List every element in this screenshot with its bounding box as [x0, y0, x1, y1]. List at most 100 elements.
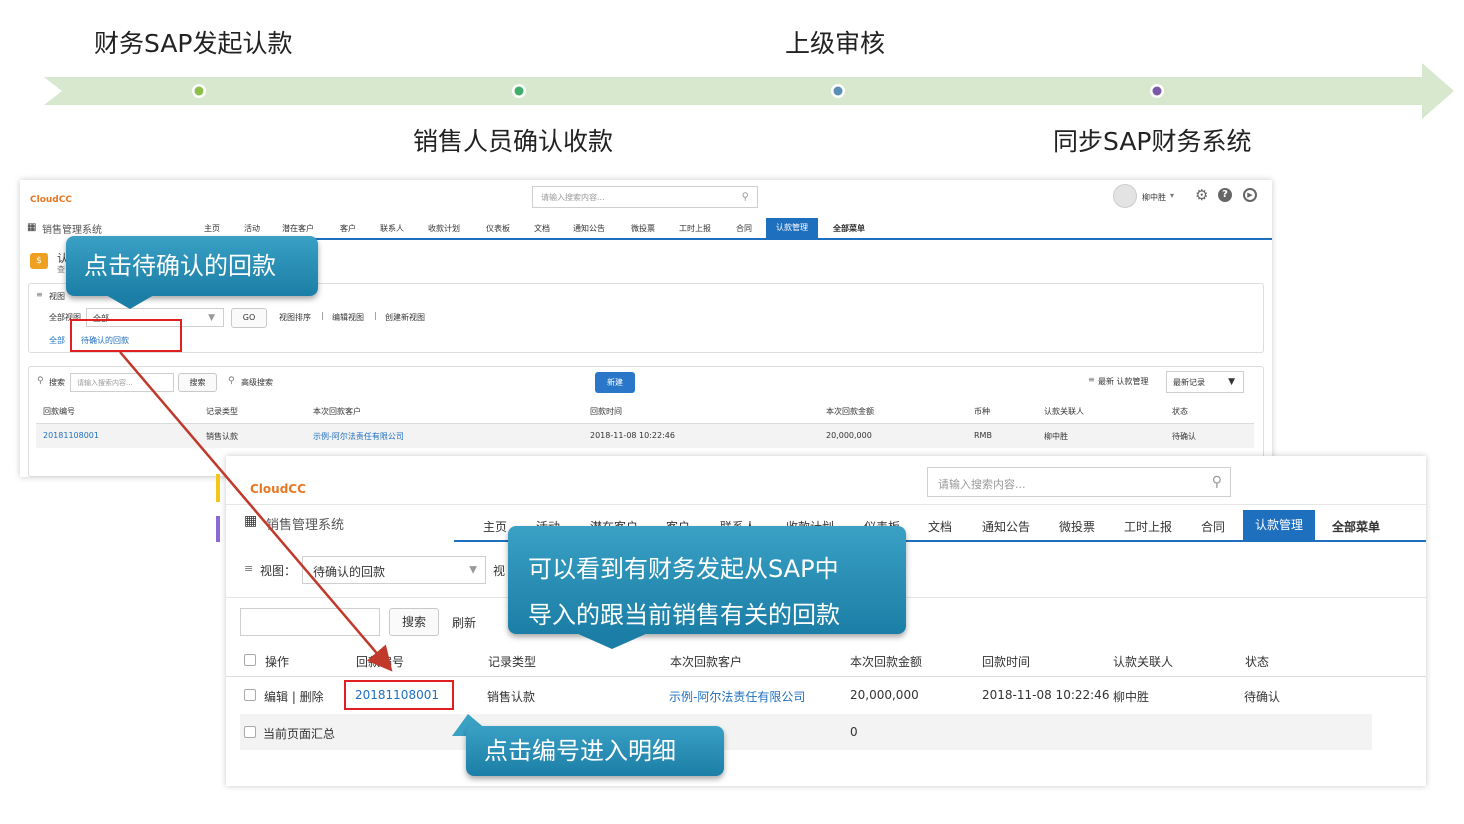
- table-header-cell: 本次回款客户: [313, 407, 361, 416]
- view-link-divider: |: [374, 311, 377, 320]
- menu-item-timesheet[interactable]: 工时上报: [1124, 518, 1172, 535]
- recent-label: 最新 认款管理: [1098, 377, 1149, 386]
- summary-amount: 0: [850, 725, 858, 739]
- time-cell: 2018-11-08 10:22:46: [982, 688, 1110, 702]
- module-icon: $: [30, 253, 48, 269]
- search-button[interactable]: 搜索: [389, 608, 439, 636]
- chevron-down-icon: ▼: [469, 564, 477, 576]
- user-name[interactable]: 柳中胜: [1142, 192, 1166, 203]
- menu-item-notices[interactable]: 通知公告: [573, 223, 605, 234]
- recent-list-icon: ≡: [1088, 375, 1095, 384]
- view-more-link[interactable]: 视: [493, 562, 505, 579]
- status-cell: 待确认: [1172, 432, 1196, 441]
- timeline-step-3-label: 上级审核: [785, 29, 886, 58]
- menu-item-home[interactable]: 主页: [204, 223, 220, 234]
- menu-item-contracts[interactable]: 合同: [736, 223, 752, 234]
- row-actions[interactable]: 编辑 | 删除: [264, 688, 324, 705]
- table-header-cell: 认款关联人: [1113, 655, 1174, 669]
- search-icon: ⚲: [37, 376, 44, 386]
- user-dropdown-icon[interactable]: ▾: [1170, 191, 1174, 200]
- menu-item-home[interactable]: 主页: [483, 518, 507, 535]
- menu-item-claim-management[interactable]: 认款管理: [766, 218, 818, 238]
- menu-item-all-menus[interactable]: 全部菜单: [1332, 518, 1380, 535]
- search-label: 搜索: [49, 378, 65, 387]
- view-link-create[interactable]: 创建新视图: [385, 312, 425, 323]
- global-search-input[interactable]: 请输入搜索内容... ⚲: [927, 467, 1231, 497]
- menu-item-polls[interactable]: 微投票: [631, 223, 655, 234]
- callout-click-id-text: 点击编号进入明细: [484, 737, 676, 765]
- view-link-edit[interactable]: 编辑视图: [332, 312, 364, 323]
- table-header-cell: 记录类型: [206, 407, 238, 416]
- status-cell: 待确认: [1244, 690, 1281, 704]
- record-type-cell: 销售认款: [487, 690, 536, 704]
- row-checkbox[interactable]: [244, 689, 256, 701]
- menu-item-collection-plan[interactable]: 收款计划: [428, 223, 460, 234]
- recent-select[interactable]: 最新记录 ▼: [1166, 371, 1244, 393]
- new-button[interactable]: 新建: [595, 372, 635, 393]
- menu-underline: [180, 238, 1272, 240]
- menu-item-notices[interactable]: 通知公告: [982, 518, 1030, 535]
- record-id-link[interactable]: 20181108001: [43, 431, 99, 440]
- timeline-step-2-label: 销售人员确认收款: [413, 127, 614, 156]
- summary-row: [240, 714, 1372, 750]
- list-search-placeholder: 请输入搜索内容...: [77, 379, 133, 387]
- advanced-search-icon: ⚲: [228, 376, 235, 386]
- menu-item-leads[interactable]: 潜在客户: [282, 223, 314, 234]
- currency-cell: RMB: [974, 431, 992, 440]
- menu-item-timesheet[interactable]: 工时上报: [679, 223, 711, 234]
- highlight-pending-filter: [70, 319, 182, 352]
- refresh-link[interactable]: 刷新: [452, 614, 476, 631]
- purple-marker: [216, 516, 220, 542]
- time-cell: 2018-11-08 10:22:46: [590, 431, 675, 440]
- page-subtitle: 查: [57, 265, 65, 274]
- chevron-down-icon: ▼: [208, 312, 215, 323]
- callout-click-id: 点击编号进入明细: [466, 726, 724, 776]
- table-header-cell: 本次回款金额: [850, 655, 923, 669]
- gear-icon[interactable]: ⚙: [1195, 186, 1208, 204]
- list-search-input[interactable]: 请输入搜索内容...: [70, 373, 174, 392]
- menu-item-claim-management[interactable]: 认款管理: [1243, 510, 1315, 540]
- search-icon[interactable]: ⚲: [1212, 474, 1222, 490]
- table-header-cell: 回款编号: [43, 407, 75, 416]
- table-header-cell: 记录类型: [488, 655, 537, 669]
- callout-click-pending-text: 点击待确认的回款: [84, 252, 276, 280]
- menu-item-polls[interactable]: 微投票: [1059, 518, 1095, 535]
- customer-link[interactable]: 示例-阿尔法责任有限公司: [313, 431, 404, 442]
- timeline-arrow-shape: [44, 63, 1454, 119]
- view-list-icon: ≡: [244, 562, 254, 575]
- view-link-divider: |: [321, 311, 324, 320]
- timeline-arrow: [44, 63, 1454, 119]
- amount-cell: 20,000,000: [826, 431, 872, 440]
- menu-item-contacts[interactable]: 联系人: [380, 223, 404, 234]
- advanced-search-link[interactable]: 高级搜索: [241, 377, 273, 388]
- menu-item-contracts[interactable]: 合同: [1201, 518, 1225, 535]
- search-button[interactable]: 搜索: [178, 373, 217, 392]
- person-cell: 柳中胜: [1044, 432, 1068, 441]
- menu-item-all-menus[interactable]: 全部菜单: [833, 223, 865, 234]
- global-search-placeholder: 请输入搜索内容...: [541, 193, 605, 202]
- yellow-marker: [216, 474, 220, 502]
- global-search-input[interactable]: 请输入搜索内容... ⚲: [532, 186, 758, 208]
- filter-all-link[interactable]: 全部: [49, 335, 65, 346]
- menu-item-customers[interactable]: 客户: [340, 223, 356, 234]
- avatar[interactable]: [1113, 184, 1137, 208]
- customer-link[interactable]: 示例-阿尔法责任有限公司: [669, 688, 805, 705]
- search-icon[interactable]: ⚲: [742, 192, 749, 203]
- list-search-input[interactable]: [240, 608, 380, 636]
- menu-item-dashboard[interactable]: 仪表板: [486, 223, 510, 234]
- select-all-checkbox[interactable]: [244, 654, 256, 666]
- help-icon[interactable]: ?: [1218, 188, 1232, 202]
- go-button[interactable]: GO: [231, 308, 267, 328]
- menu-item-documents[interactable]: 文档: [928, 518, 952, 535]
- view-link-sort[interactable]: 视图排序: [279, 312, 311, 323]
- menu-item-activity[interactable]: 活动: [244, 223, 260, 234]
- callout-click-pending: 点击待确认的回款: [66, 236, 318, 296]
- view-select[interactable]: 待确认的回款 ▼: [302, 556, 486, 584]
- play-icon[interactable]: ▶: [1243, 188, 1257, 202]
- highlight-record-id: [344, 680, 454, 710]
- table-header-cell: 状态: [1172, 407, 1188, 416]
- menu-item-documents[interactable]: 文档: [534, 223, 550, 234]
- table-header-cell: 本次回款客户: [670, 655, 743, 669]
- summary-checkbox[interactable]: [244, 726, 256, 738]
- callout-sap-import-line1: 可以看到有财务发起从SAP中: [528, 555, 839, 583]
